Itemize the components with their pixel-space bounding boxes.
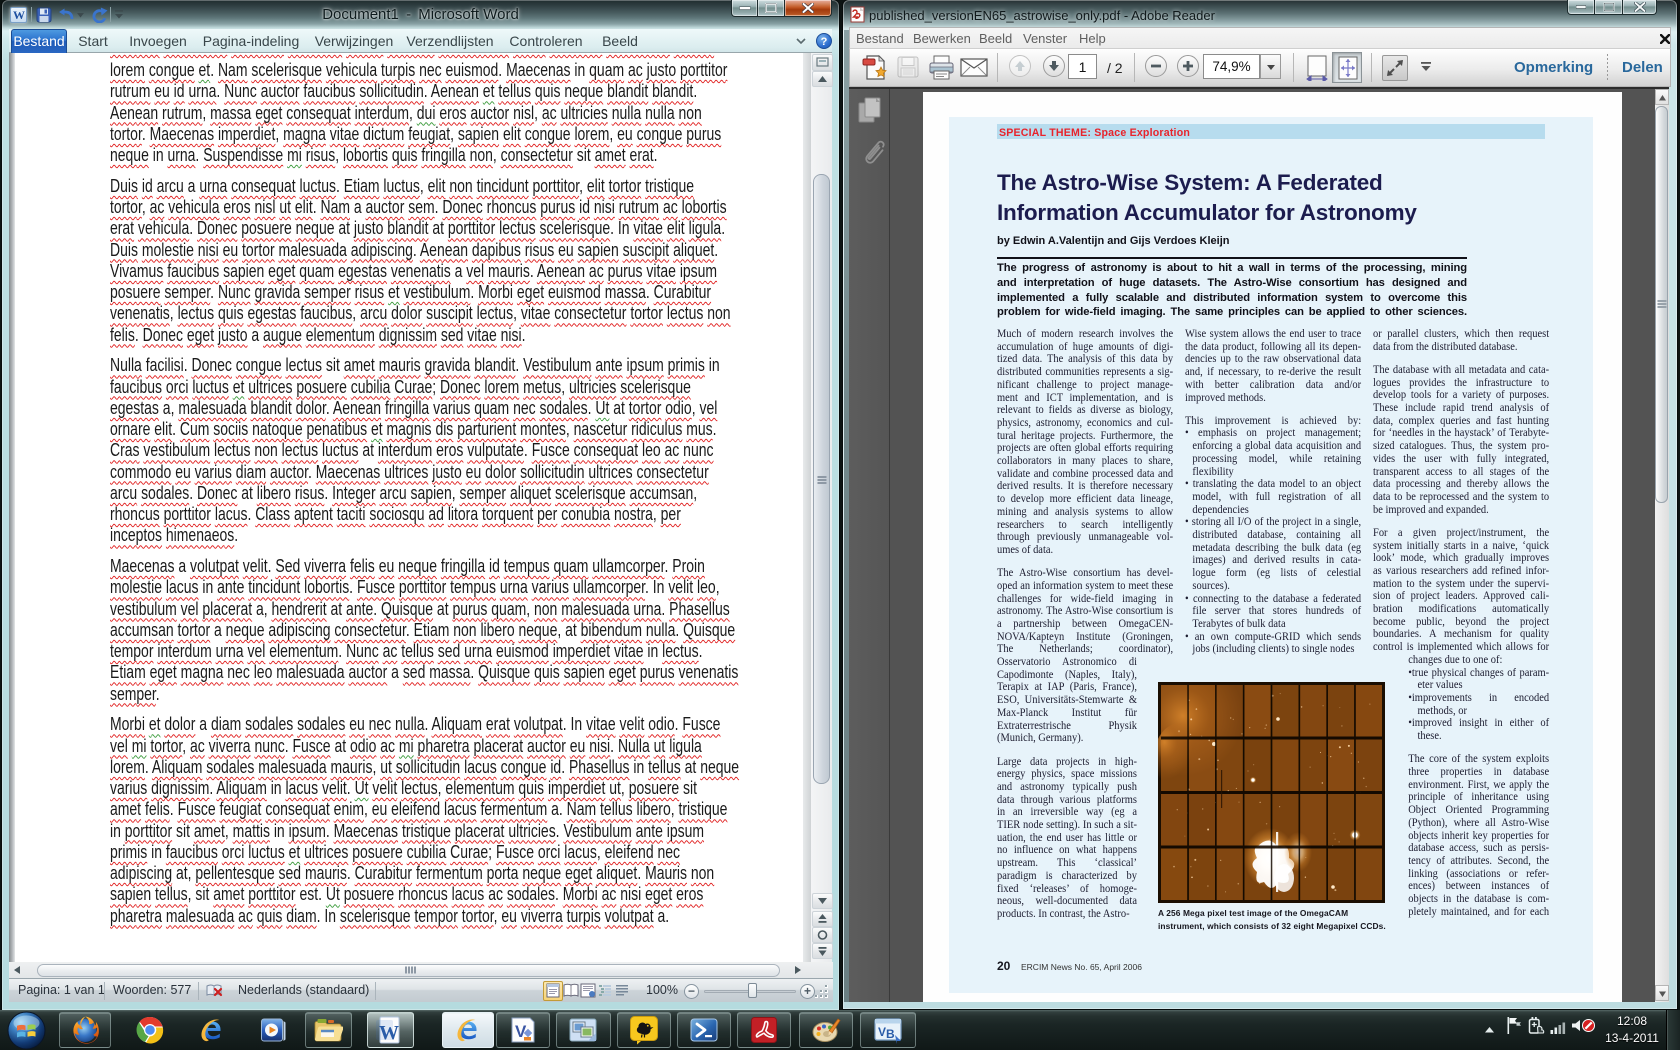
svg-text:W: W xyxy=(379,1022,399,1044)
svg-text:VB: VB xyxy=(878,1025,895,1041)
